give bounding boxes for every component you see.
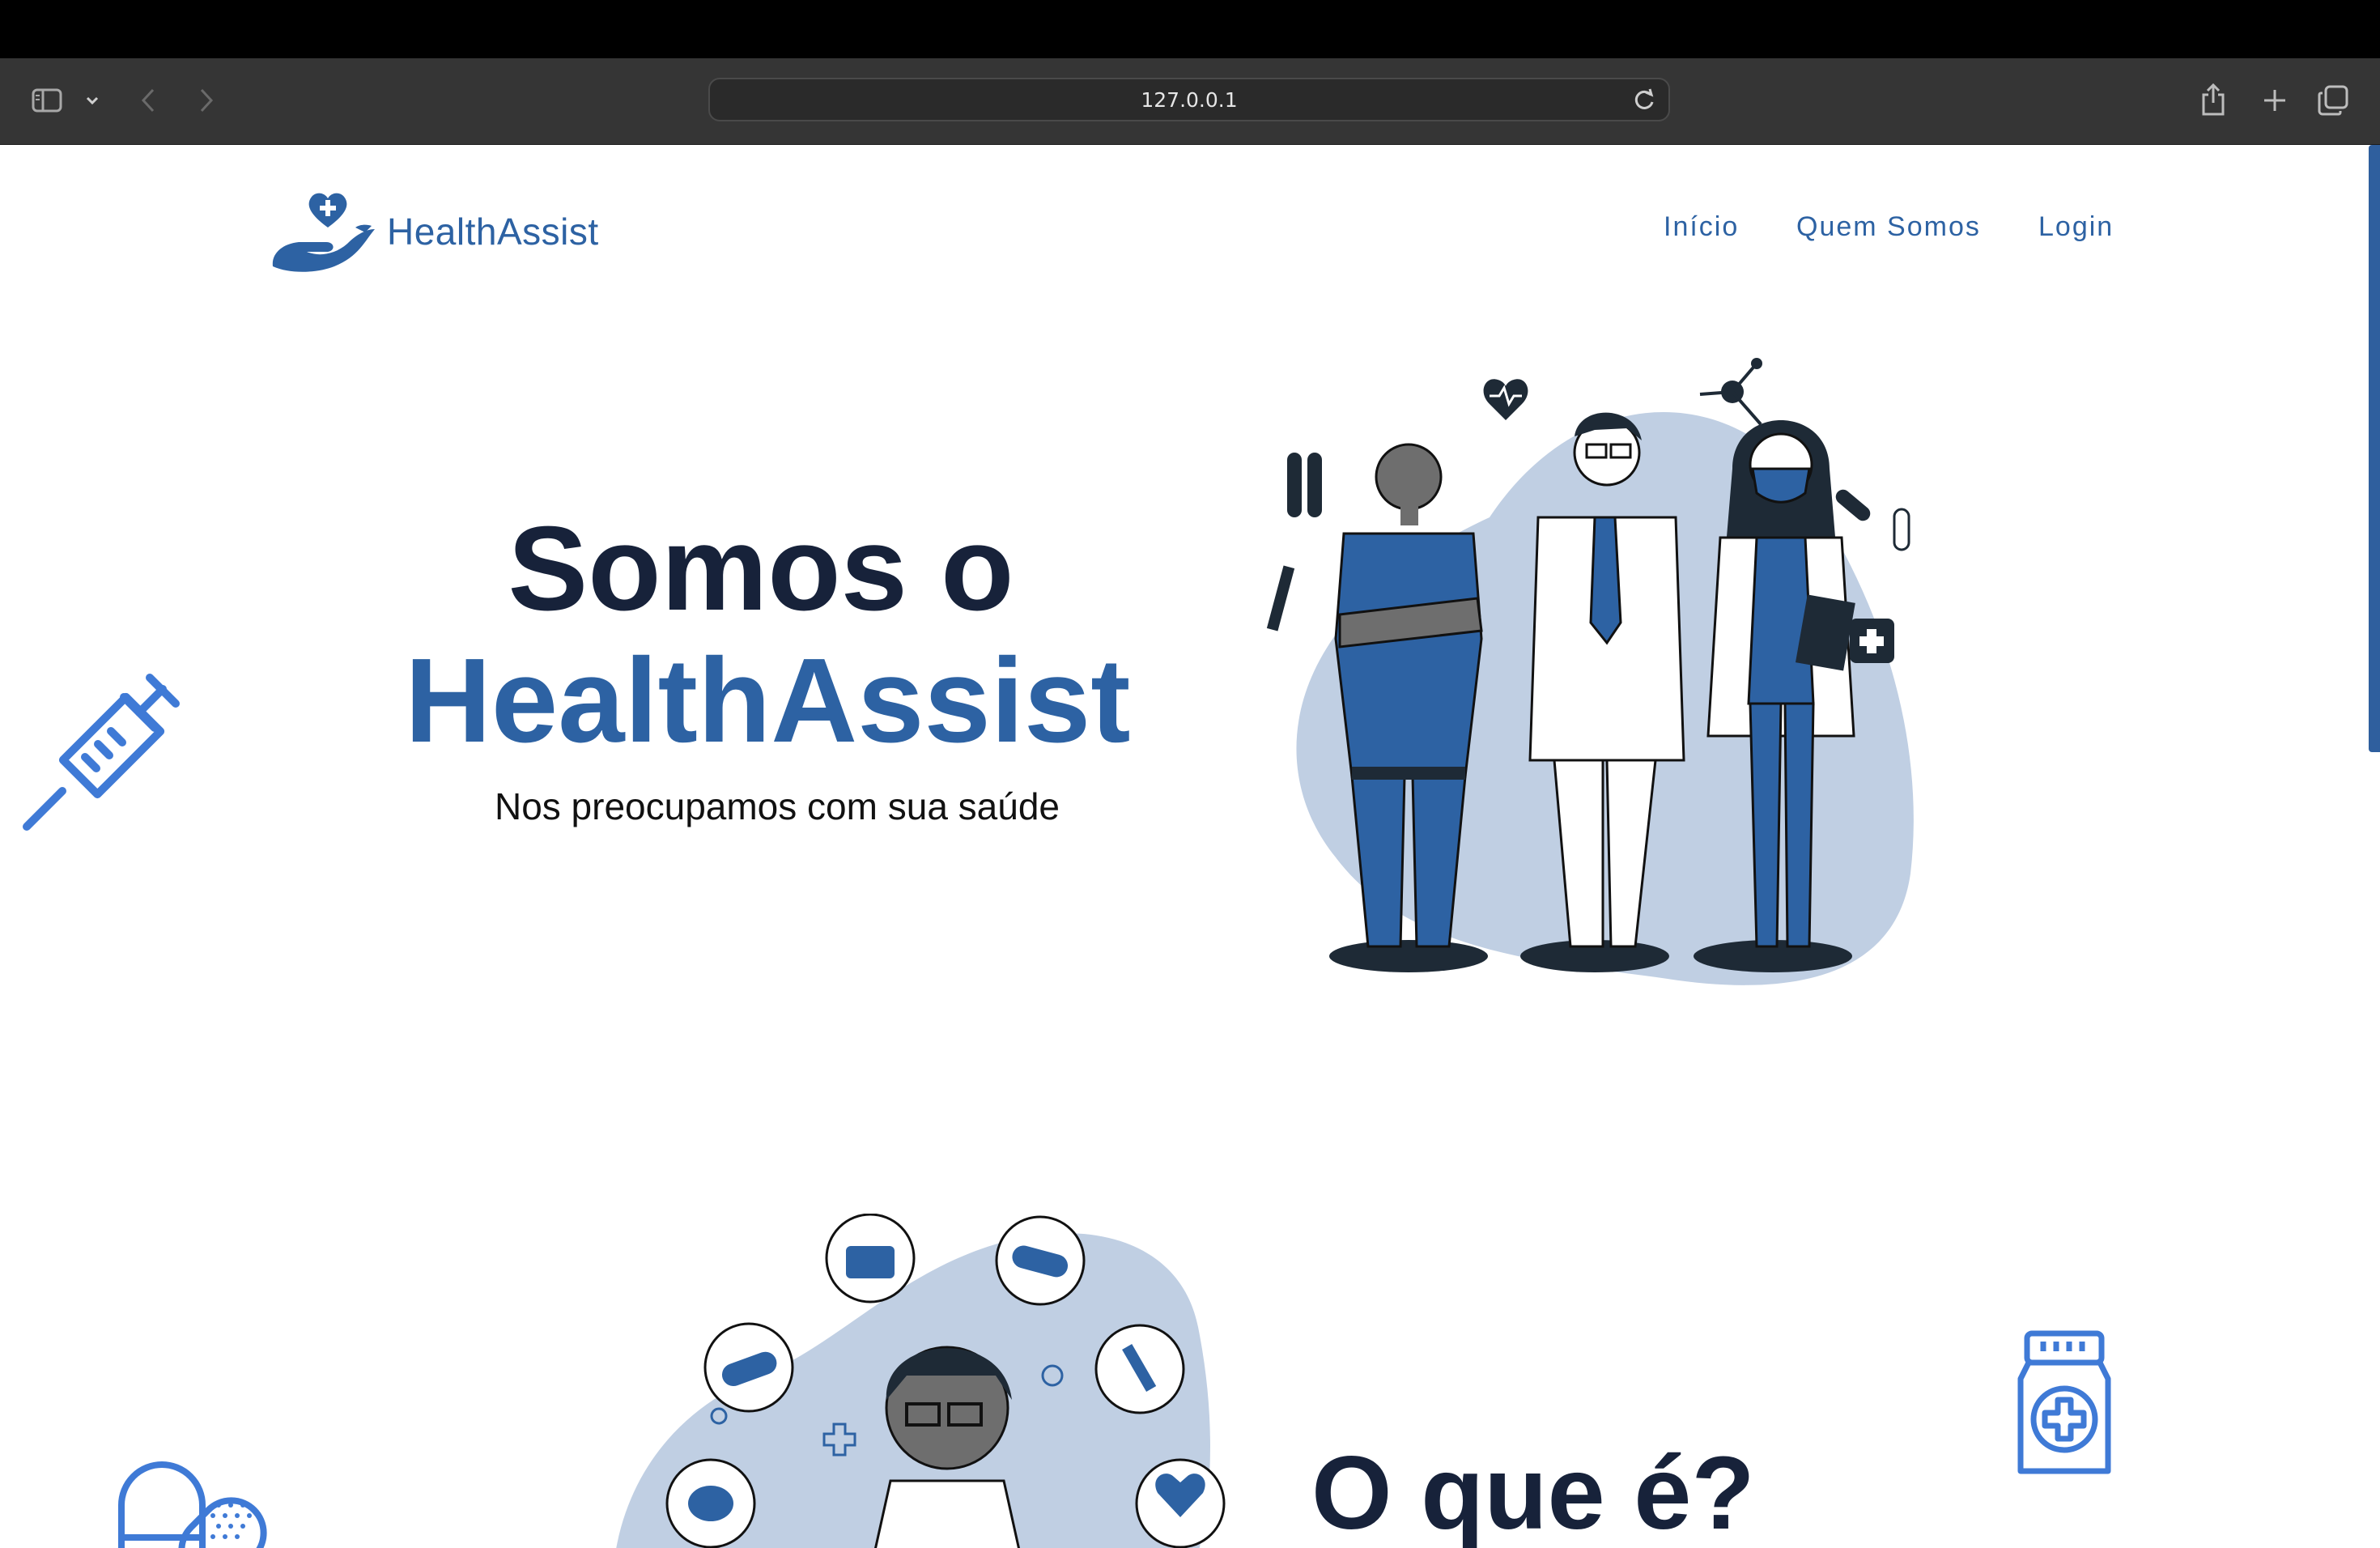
nav-quem-somos[interactable]: Quem Somos [1796,211,1981,243]
share-icon[interactable] [2197,81,2229,118]
pill-bandage-icon [118,1461,267,1548]
hero-title-line1: Somos o [508,502,1014,636]
page-content: HealthAssist Início Quem Somos Login Som… [0,145,2380,1548]
nav-inicio[interactable]: Início [1664,211,1739,243]
nav-login[interactable]: Login [2038,211,2114,243]
scrollbar[interactable] [2369,145,2380,752]
hero-subtitle: Nos preocupamos com sua saúde [494,785,1060,827]
reload-icon[interactable] [1631,87,1657,113]
syringe-icon [23,674,180,831]
brand-name: HealthAssist [387,211,599,253]
medicine-bottle-icon [2017,1330,2111,1474]
brand-logo[interactable]: HealthAssist [270,187,650,276]
heart-hand-logo-icon [272,193,375,272]
section2-doctor-illustration [616,1214,1226,1548]
forward-icon[interactable] [194,86,219,115]
plus-icon[interactable] [2259,84,2291,117]
window-top-bar [0,0,2380,58]
hero-doctors-illustration [1266,358,1914,985]
url-text: 127.0.0.1 [1141,87,1238,112]
sidebar-icon[interactable] [31,84,63,117]
back-icon[interactable] [136,86,160,115]
tabs-icon[interactable] [2317,84,2349,117]
section2-title: O que é? [1311,1435,1755,1548]
address-bar[interactable]: 127.0.0.1 [708,78,1670,121]
hero-title-line2: HealthAssist [405,634,1131,768]
chevron-down-icon[interactable] [83,91,102,110]
browser-toolbar: 127.0.0.1 [0,58,2380,145]
